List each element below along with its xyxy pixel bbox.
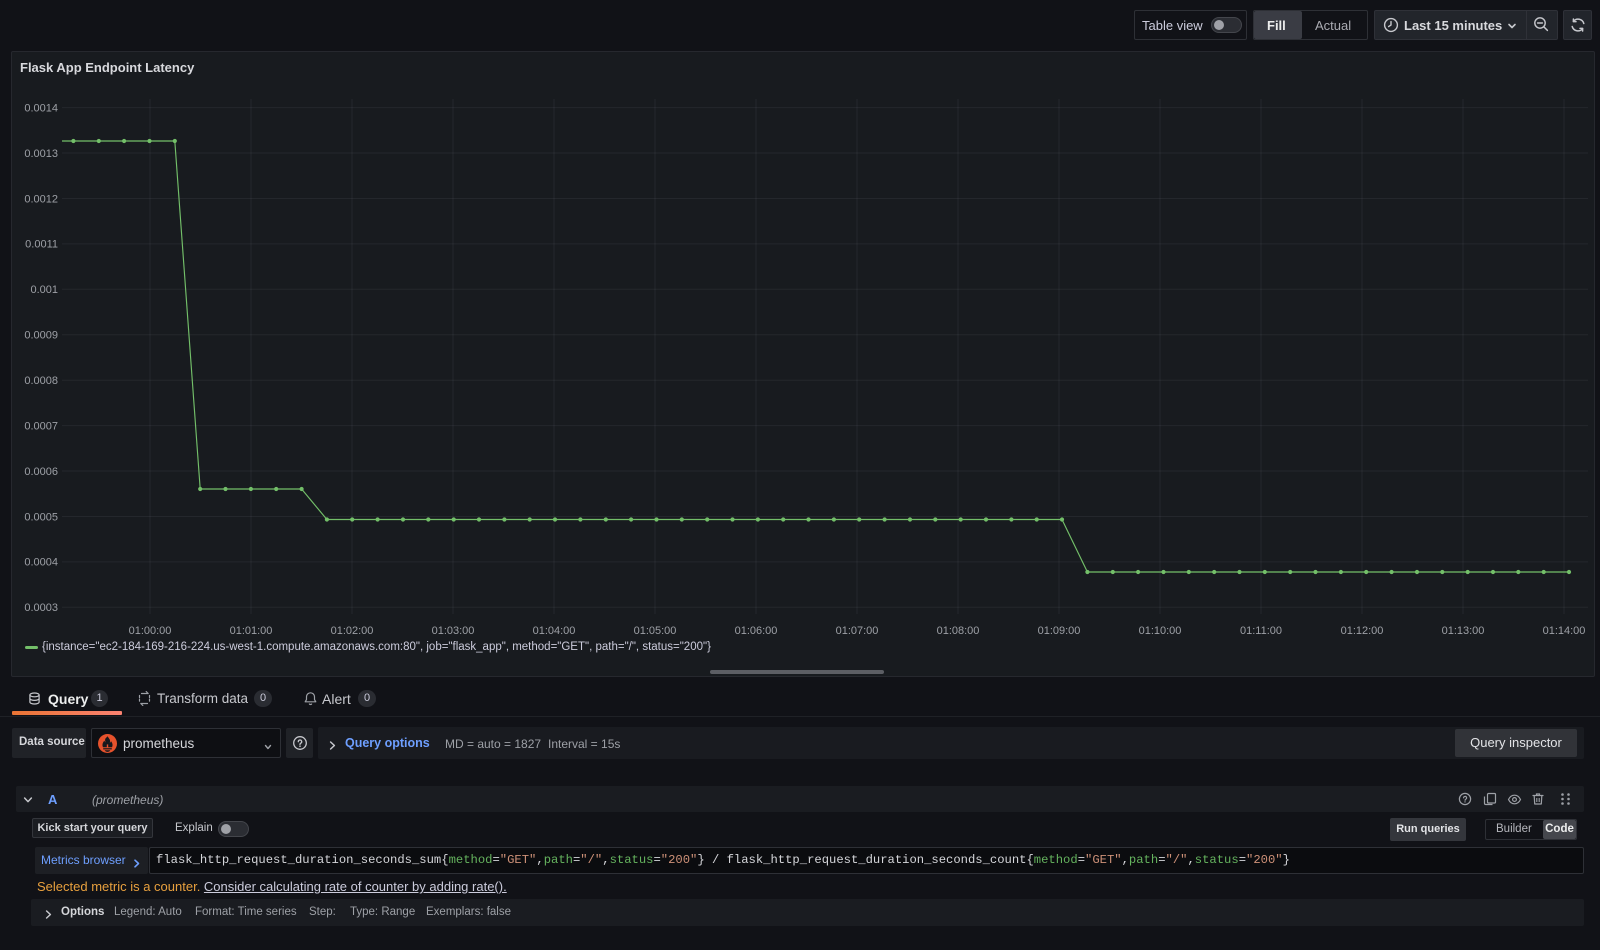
svg-text:01:09:00: 01:09:00 xyxy=(1038,625,1081,637)
svg-text:01:14:00: 01:14:00 xyxy=(1543,625,1586,637)
svg-text:01:10:00: 01:10:00 xyxy=(1139,625,1182,637)
svg-text:0.0005: 0.0005 xyxy=(24,511,58,523)
svg-text:01:04:00: 01:04:00 xyxy=(533,625,576,637)
svg-text:0.0007: 0.0007 xyxy=(24,420,58,432)
svg-text:01:02:00: 01:02:00 xyxy=(331,625,374,637)
svg-text:0.0011: 0.0011 xyxy=(25,239,58,251)
svg-text:01:05:00: 01:05:00 xyxy=(634,625,677,637)
svg-text:01:03:00: 01:03:00 xyxy=(432,625,475,637)
svg-text:01:11:00: 01:11:00 xyxy=(1240,625,1282,637)
svg-text:01:13:00: 01:13:00 xyxy=(1442,625,1485,637)
svg-text:0.0003: 0.0003 xyxy=(24,602,58,614)
svg-text:0.0006: 0.0006 xyxy=(24,466,58,478)
svg-text:01:06:00: 01:06:00 xyxy=(735,625,778,637)
svg-text:0.0009: 0.0009 xyxy=(24,330,58,342)
svg-text:01:00:00: 01:00:00 xyxy=(129,625,172,637)
svg-text:0.001: 0.001 xyxy=(30,284,58,296)
svg-text:0.0012: 0.0012 xyxy=(24,193,58,205)
svg-text:01:08:00: 01:08:00 xyxy=(937,625,980,637)
svg-text:0.0008: 0.0008 xyxy=(24,375,58,387)
svg-text:0.0013: 0.0013 xyxy=(24,148,58,160)
svg-text:01:12:00: 01:12:00 xyxy=(1341,625,1384,637)
svg-text:01:01:00: 01:01:00 xyxy=(230,625,273,637)
svg-text:01:07:00: 01:07:00 xyxy=(836,625,879,637)
svg-text:0.0004: 0.0004 xyxy=(24,557,58,569)
svg-text:0.0014: 0.0014 xyxy=(24,102,58,114)
